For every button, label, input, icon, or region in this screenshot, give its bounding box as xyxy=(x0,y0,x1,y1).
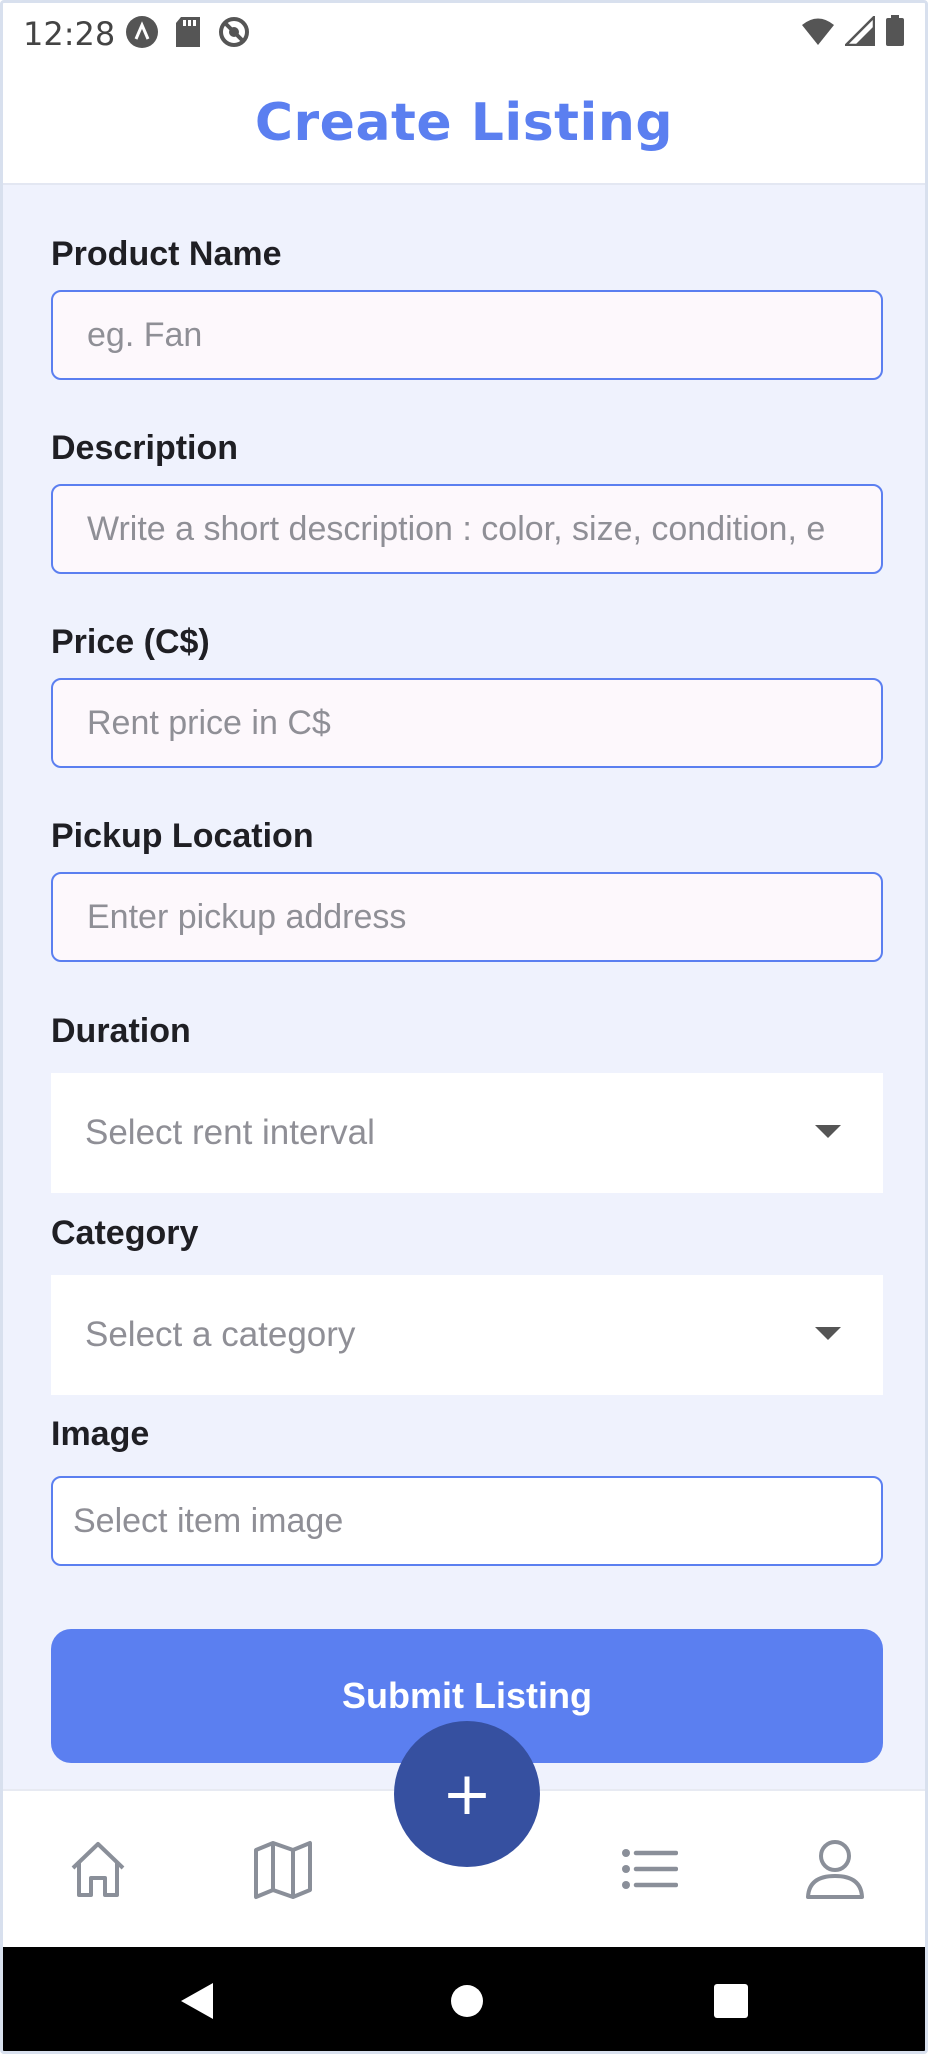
signal-icon xyxy=(842,13,876,51)
nav-map[interactable] xyxy=(243,1831,323,1911)
status-icons-left xyxy=(125,15,251,54)
image-label: Image xyxy=(51,1415,150,1453)
category-select-placeholder: Select a category xyxy=(85,1315,356,1354)
no-disturb-icon xyxy=(217,15,251,54)
status-bar: 12:28 xyxy=(3,3,925,63)
back-icon[interactable] xyxy=(179,1981,215,2026)
app-screen: 12:28 Create Listing Product Name eg. Fa… xyxy=(0,0,928,2054)
battery-icon xyxy=(885,15,905,52)
status-time: 12:28 xyxy=(23,15,116,53)
map-icon xyxy=(252,1838,314,1905)
price-input[interactable] xyxy=(51,678,883,768)
description-label: Description xyxy=(51,429,239,467)
chevron-down-icon xyxy=(815,1327,841,1340)
product-name-label: Product Name xyxy=(51,235,282,273)
duration-label: Duration xyxy=(51,1012,191,1050)
list-icon xyxy=(622,1847,679,1896)
price-label: Price (C$) xyxy=(51,623,210,661)
category-select[interactable]: Select a category xyxy=(51,1275,883,1395)
status-icons-right xyxy=(801,13,905,52)
system-nav-bar xyxy=(3,1947,925,2051)
wifi-icon xyxy=(801,16,835,51)
profile-icon xyxy=(805,1838,865,1905)
app-header: Create Listing xyxy=(3,63,925,185)
home-icon xyxy=(67,1838,129,1905)
home-circle-icon[interactable] xyxy=(449,1981,485,2026)
product-name-input[interactable] xyxy=(51,290,883,380)
add-icon: + xyxy=(441,1759,493,1829)
a-launcher-icon xyxy=(125,15,159,54)
pickup-location-input[interactable] xyxy=(51,872,883,962)
duration-select[interactable]: Select rent interval xyxy=(51,1073,883,1193)
duration-select-placeholder: Select rent interval xyxy=(85,1113,375,1152)
add-listing-fab[interactable]: + xyxy=(394,1721,540,1867)
description-input[interactable] xyxy=(51,484,883,574)
nav-profile[interactable] xyxy=(795,1831,875,1911)
nav-listings[interactable] xyxy=(610,1831,690,1911)
recents-icon[interactable] xyxy=(713,1981,749,2026)
chevron-down-icon xyxy=(815,1125,841,1138)
image-picker-placeholder: Select item image xyxy=(73,1501,344,1540)
nav-home[interactable] xyxy=(58,1831,138,1911)
category-label: Category xyxy=(51,1214,199,1252)
sd-card-icon xyxy=(175,16,201,53)
pickup-location-label: Pickup Location xyxy=(51,817,314,855)
page-title: Create Listing xyxy=(254,93,674,153)
image-picker[interactable]: Select item image xyxy=(51,1476,883,1566)
